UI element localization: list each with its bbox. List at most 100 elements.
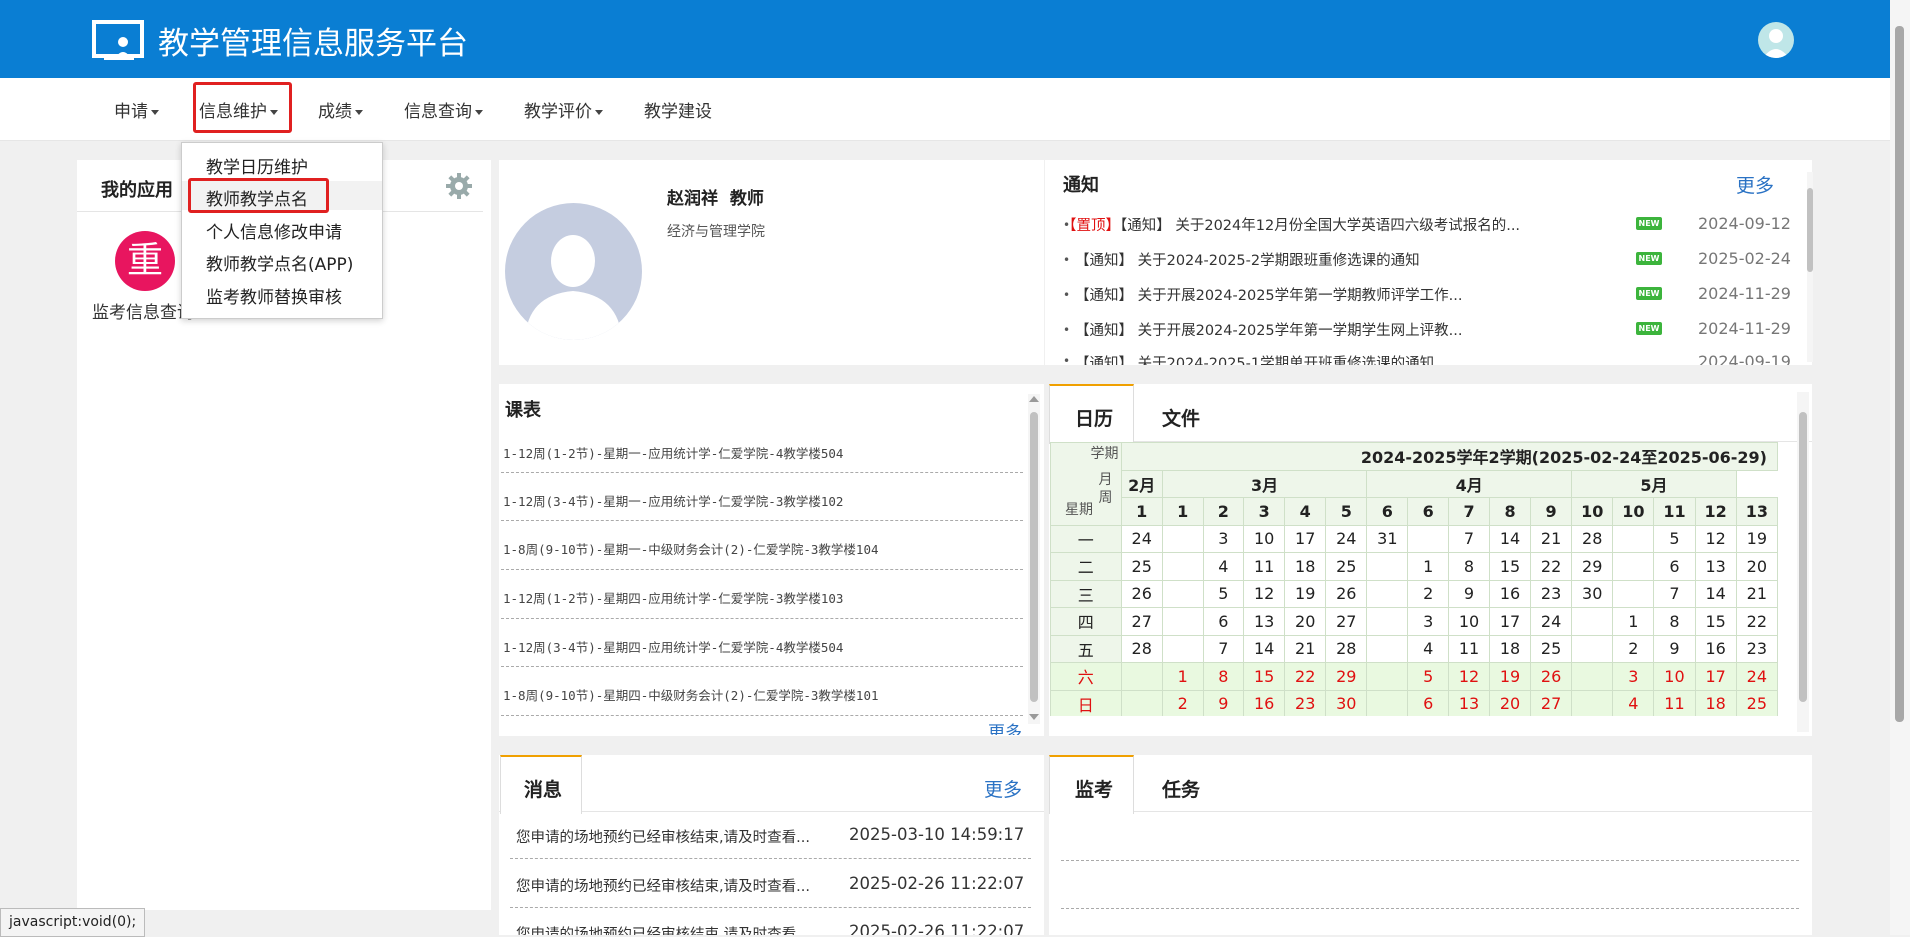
cal-day-cell: 5: [1653, 524, 1696, 553]
cal-day-cell: 6: [1202, 607, 1245, 636]
cal-day-cell: [1571, 607, 1614, 636]
nav-teaching-eval[interactable]: 教学评价: [524, 97, 603, 122]
cal-day-cell: [1571, 662, 1614, 691]
cal-corner-header: 学期月周星期: [1050, 442, 1122, 526]
message-item[interactable]: 您申请的场地预约已经审核结束,请及时查看...: [516, 923, 810, 935]
caret-down-icon: [355, 109, 363, 115]
cal-day-cell: 9: [1447, 579, 1491, 608]
cal-day-cell: 3: [1407, 607, 1449, 636]
divider: [1061, 908, 1799, 909]
cal-month-header: 3月: [1161, 469, 1368, 498]
page-scrollbar[interactable]: [1890, 0, 1910, 935]
user-avatar-icon[interactable]: [1758, 22, 1794, 58]
my-apps-title: 我的应用: [101, 180, 173, 201]
exam-query-app-label[interactable]: 监考信息查询: [92, 298, 194, 323]
cal-day-cell: 13: [1447, 689, 1491, 716]
cal-day-cell: 9: [1202, 689, 1245, 716]
cal-day-cell: 10: [1447, 607, 1491, 636]
highlight-box-nav: [193, 82, 292, 133]
cal-day-cell: 7: [1447, 524, 1491, 553]
divider: [501, 618, 1023, 619]
cal-term-header: 2024-2025学年2学期(2025-02-24至2025-06-29): [1120, 442, 1778, 471]
cal-day-cell: 25: [1120, 552, 1163, 581]
notice-item[interactable]: 【通知】 关于开展2024-2025学年第一学期教师评学工作...: [1075, 284, 1462, 305]
gear-icon[interactable]: [444, 171, 474, 201]
new-badge: NEW: [1636, 252, 1662, 265]
notice-item[interactable]: 【通知】 关于2024-2025-2学期跟班重修选课的通知: [1075, 249, 1420, 270]
nav-info-query[interactable]: 信息查询: [404, 97, 483, 122]
cal-day-cell: 11: [1243, 552, 1286, 581]
messages-more-link[interactable]: 更多: [984, 775, 1022, 802]
info-maintenance-dropdown: 教学日历维护 教师教学点名 个人信息修改申请 教师教学点名(APP) 监考教师替…: [181, 142, 383, 319]
cal-day-cell: 7: [1653, 579, 1696, 608]
cal-week-number: 10: [1612, 497, 1655, 526]
profile-name-role: 赵润祥 教师: [667, 189, 764, 209]
nav-apply[interactable]: 申请: [114, 97, 159, 122]
cal-day-cell: 24: [1735, 662, 1778, 691]
schedule-item[interactable]: 1-12周(1-2节)-星期一-应用统计学-仁爱学院-4教学楼504: [503, 443, 843, 462]
notice-date: 2024-11-29: [1698, 319, 1791, 338]
tab-files-label[interactable]: 文件: [1162, 404, 1200, 431]
cal-month-header: 4月: [1366, 469, 1573, 498]
cal-week-number: 12: [1694, 497, 1737, 526]
scroll-down-icon[interactable]: [1029, 714, 1039, 720]
cal-day-cell: [1161, 524, 1204, 553]
message-item[interactable]: 您申请的场地预约已经审核结束,请及时查看...: [516, 875, 810, 896]
new-badge: NEW: [1636, 287, 1662, 300]
cal-day-cell: 23: [1284, 689, 1327, 716]
cal-week-number: 13: [1735, 497, 1778, 526]
schedule-panel: [499, 384, 1044, 736]
exam-query-app-icon[interactable]: 重: [115, 231, 175, 291]
nav-grades[interactable]: 成绩: [318, 97, 363, 122]
cal-day-cell: 20: [1489, 689, 1532, 716]
notices-more-link[interactable]: 更多: [1736, 171, 1774, 198]
cal-day-cell: 26: [1530, 662, 1573, 691]
cal-day-cell: 14: [1694, 579, 1737, 608]
cal-corner-label: 月: [1098, 472, 1113, 488]
scroll-up-icon[interactable]: [1029, 396, 1039, 402]
cal-day-cell: [1161, 552, 1204, 581]
highlight-box-menu: [188, 178, 329, 213]
cal-day-cell: [1571, 689, 1614, 716]
notice-item[interactable]: 【置顶】【通知】 关于2024年12月份全国大学英语四六级考试报名的...: [1062, 214, 1520, 235]
menu-item-teacher-rollcall-app[interactable]: 教师教学点名(APP): [206, 250, 353, 275]
tab-messages-label[interactable]: 消息: [524, 775, 562, 802]
cal-day-cell: 30: [1325, 689, 1368, 716]
calendar-viewport: 学期月周星期 2024-2025学年2学期(2025-02-24至2025-06-…: [1050, 442, 1778, 716]
tab-exam-label[interactable]: 监考: [1075, 775, 1113, 802]
schedule-scrollbar[interactable]: [1028, 394, 1040, 724]
nav-teaching-construction[interactable]: 教学建设: [644, 97, 712, 122]
schedule-item[interactable]: 1-8周(9-10节)-星期四-中级财务会计(2)-仁爱学院-3教学楼101: [503, 685, 879, 704]
notice-item[interactable]: 【通知】 关于开展2024-2025学年第一学期学生网上评教...: [1075, 319, 1462, 340]
schedule-more-link[interactable]: 更多: [988, 718, 1022, 735]
schedule-item[interactable]: 1-12周(1-2节)-星期四-应用统计学-仁爱学院-3教学楼103: [503, 588, 843, 607]
cal-day-cell: 26: [1120, 579, 1163, 608]
calendar-scrollbar[interactable]: [1797, 392, 1809, 732]
cal-day-cell: 28: [1120, 634, 1163, 663]
cal-day-cell: 25: [1530, 634, 1573, 663]
cal-day-cell: [1612, 524, 1655, 553]
cal-day-cell: 1: [1161, 662, 1204, 691]
cal-weekday-label: 六: [1050, 662, 1122, 691]
menu-item-calendar-maintenance[interactable]: 教学日历维护: [206, 153, 308, 178]
cal-day-cell: 26: [1325, 579, 1368, 608]
divider: [510, 858, 1031, 859]
menu-item-proctor-replacement-review[interactable]: 监考教师替换审核: [206, 283, 342, 308]
tab-tasks-label[interactable]: 任务: [1162, 775, 1200, 802]
notices-scrollbar[interactable]: [1807, 172, 1813, 362]
cal-day-cell: 31: [1366, 524, 1409, 553]
cal-day-cell: [1366, 689, 1409, 716]
menu-item-profile-change-request[interactable]: 个人信息修改申请: [206, 218, 342, 243]
divider: [510, 907, 1031, 908]
cal-day-cell: [1366, 634, 1409, 663]
cal-day-cell: 19: [1284, 579, 1327, 608]
schedule-item[interactable]: 1-8周(9-10节)-星期一-中级财务会计(2)-仁爱学院-3教学楼104: [503, 539, 879, 558]
message-item[interactable]: 您申请的场地预约已经审核结束,请及时查看...: [516, 826, 810, 847]
cal-day-cell: 11: [1447, 634, 1491, 663]
app-title: 教学管理信息服务平台: [158, 26, 468, 61]
schedule-item[interactable]: 1-12周(3-4节)-星期四-应用统计学-仁爱学院-4教学楼504: [503, 637, 843, 656]
cal-day-cell: 2: [1161, 689, 1204, 716]
tab-calendar-label[interactable]: 日历: [1075, 404, 1113, 431]
notice-item[interactable]: 【通知】 关于2024-2025-1学期单开班重修选课的通知: [1075, 352, 1434, 365]
schedule-item[interactable]: 1-12周(3-4节)-星期一-应用统计学-仁爱学院-3教学楼102: [503, 491, 843, 510]
